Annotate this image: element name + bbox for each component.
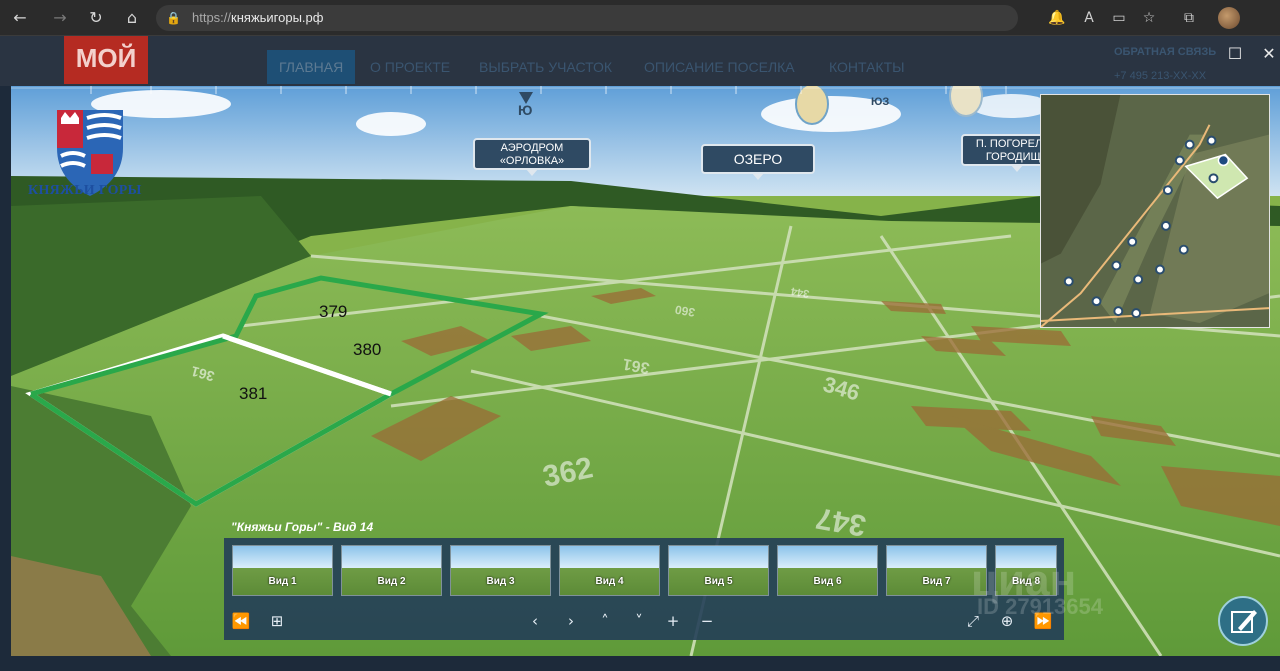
grid-view-icon[interactable]: ⊞: [264, 610, 290, 632]
site-phone: +7 495 213-XX-XX: [1114, 70, 1207, 82]
thumbnail-label: Вид 6: [813, 576, 842, 587]
site-header: МОЙ ГЛАВНАЯ О ПРОЕКТЕ ВЫБРАТЬ УЧАСТОК ОП…: [0, 36, 1280, 86]
lock-icon: 🔒: [166, 11, 181, 25]
chevron-right-icon[interactable]: ›: [558, 610, 584, 632]
forward-arrow-icon[interactable]: →: [48, 6, 72, 30]
plot-label-381[interactable]: 381: [239, 384, 267, 404]
reader-view-icon[interactable]: ▭: [1108, 7, 1130, 29]
site-logo[interactable]: МОЙ: [64, 36, 148, 84]
plot-label-380[interactable]: 380: [353, 340, 381, 360]
browser-toolbar: ← → ↻ ⌂ 🔒 https://княжьигоры.рф 🔔 A ▭ ☆ …: [0, 0, 1280, 36]
chevron-down-icon[interactable]: ˅: [626, 610, 652, 632]
read-aloud-icon[interactable]: A: [1078, 7, 1100, 29]
thumbnail-view-5[interactable]: Вид 5: [668, 545, 769, 596]
sign-lake[interactable]: ОЗЕРО: [701, 144, 815, 180]
zoom-out-icon[interactable]: −: [694, 610, 720, 632]
favorites-icon[interactable]: ☆: [1138, 7, 1160, 29]
address-bar[interactable]: 🔒 https://княжьигоры.рф: [156, 5, 1018, 31]
compass-southwest: ЮЗ: [871, 96, 890, 108]
thumbnail-view-3[interactable]: Вид 3: [450, 545, 551, 596]
reload-icon[interactable]: ↻: [84, 6, 108, 30]
chevron-up-icon[interactable]: ˄: [592, 610, 618, 632]
watermark-id: ID 27913654: [977, 594, 1103, 619]
thumbnail-label: Вид 5: [704, 576, 733, 587]
back-arrow-icon[interactable]: ←: [8, 6, 32, 30]
thumbnail-label: Вид 3: [486, 576, 515, 587]
compass-south: Ю: [518, 102, 533, 118]
view-title: "Княжьи Горы" - Вид 14: [231, 520, 374, 534]
chevron-left-icon[interactable]: ‹: [522, 610, 548, 632]
menu-item-home[interactable]: ГЛАВНАЯ: [267, 50, 356, 84]
menu-item-contacts[interactable]: КОНТАКТЫ: [829, 50, 905, 84]
thumbnail-label: Вид 4: [595, 576, 624, 587]
brand-name: КНЯЖЬИ ГОРЫ: [28, 183, 142, 198]
minimap[interactable]: [1040, 94, 1270, 328]
maximize-icon[interactable]: ☐: [1222, 42, 1248, 66]
profile-avatar[interactable]: [1218, 7, 1240, 29]
menu-item-description[interactable]: ОПИСАНИЕ ПОСЕЛКА: [644, 50, 795, 84]
feedback-link[interactable]: ОБРАТНАЯ СВЯЗЬ: [1114, 46, 1216, 58]
rewind-icon[interactable]: ⏪: [228, 610, 254, 632]
thumbnail-view-2[interactable]: Вид 2: [341, 545, 442, 596]
home-icon[interactable]: ⌂: [120, 6, 144, 30]
panorama-viewer[interactable]: Ю ЮЗ 362 346 347 361 360 344 361 КНЯЖЬИ …: [11, 86, 1280, 656]
close-icon[interactable]: ✕: [1256, 42, 1280, 66]
menu-item-about[interactable]: О ПРОЕКТЕ: [370, 50, 450, 84]
pencil-edit-icon-glyph: [1231, 610, 1257, 633]
thumbnail-label: Вид 1: [268, 576, 297, 587]
thumbnail-view-6[interactable]: Вид 6: [777, 545, 878, 596]
thumbnail-view-1[interactable]: Вид 1: [232, 545, 333, 596]
extensions-icon[interactable]: ⧉: [1178, 7, 1200, 29]
notification-icon[interactable]: 🔔: [1046, 7, 1068, 29]
thumbnail-view-4[interactable]: Вид 4: [559, 545, 660, 596]
pencil-edit-icon[interactable]: [1218, 596, 1268, 646]
zoom-in-icon[interactable]: +: [660, 610, 686, 632]
plot-label-379[interactable]: 379: [319, 302, 347, 322]
thumbnail-label: Вид 2: [377, 576, 406, 587]
thumbnail-strip: Вид 1 Вид 2 Вид 3 Вид 4 Вид 5 Вид 6 Вид …: [224, 538, 1064, 640]
sign-aerodrome[interactable]: АЭРОДРОМ «ОРЛОВКА»: [473, 138, 591, 176]
menu-item-choose-plot[interactable]: ВЫБРАТЬ УЧАСТОК: [479, 50, 612, 84]
url-text: https://княжьигоры.рф: [192, 10, 324, 25]
